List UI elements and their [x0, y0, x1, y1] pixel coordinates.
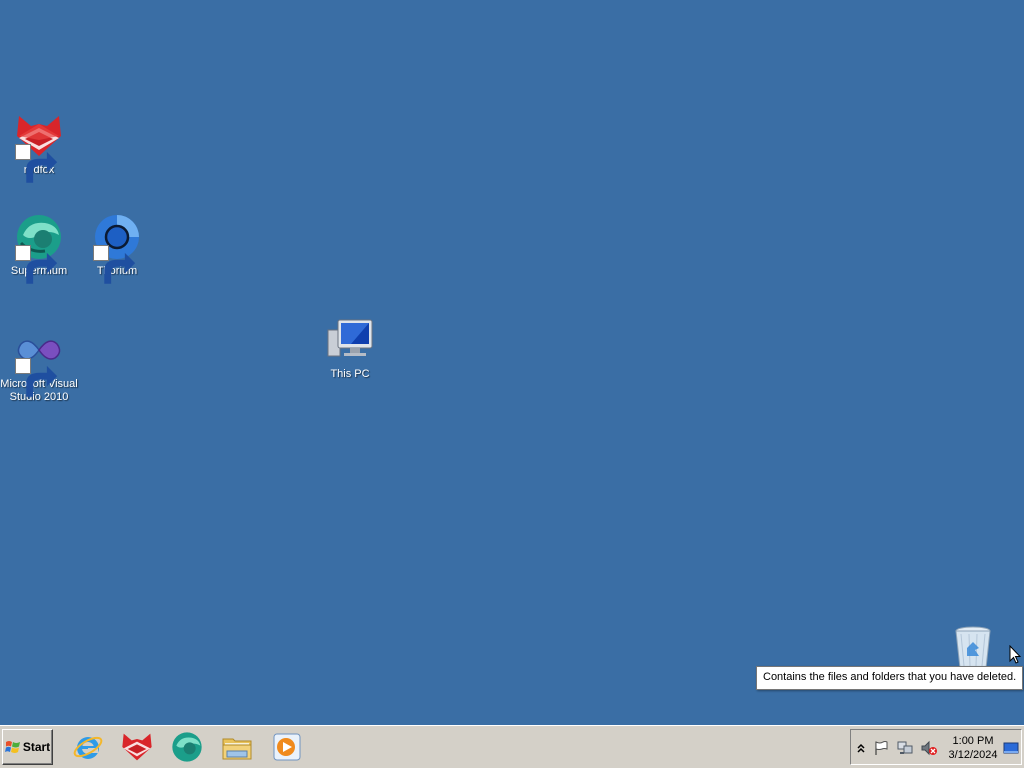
r3dfox-icon — [122, 733, 152, 761]
recycle-bin-icon — [949, 624, 997, 672]
internet-explorer-icon — [73, 736, 103, 759]
thorium-icon — [93, 213, 141, 284]
windows-logo-icon — [4, 741, 20, 753]
shortcut-arrow-icon — [15, 358, 58, 397]
desktop-icon-label: This PC — [330, 368, 370, 380]
supermium-icon — [172, 732, 202, 762]
desktop-icon-supermium[interactable]: Supermium — [0, 213, 78, 284]
desktop-icon-this-pc[interactable]: This PC — [311, 316, 389, 381]
desktop-icon-visual-studio[interactable]: Microsoft Visual Studio 2010 — [0, 326, 78, 404]
clock-date: 3/12/2024 — [948, 749, 998, 761]
network-button[interactable] — [897, 740, 913, 756]
desktop-icon-r3dfox[interactable]: r3dfox — [0, 112, 78, 183]
taskbar-internet-explorer[interactable] — [72, 731, 104, 763]
chevron-up-icon — [857, 743, 865, 753]
volume-button[interactable] — [921, 740, 937, 756]
r3dfox-icon — [15, 112, 63, 183]
action-center-button[interactable] — [873, 740, 889, 756]
mouse-cursor-icon — [1009, 645, 1021, 664]
taskbar-supermium[interactable] — [171, 731, 203, 763]
computer-icon — [326, 316, 374, 364]
shortcut-arrow-icon — [93, 245, 136, 284]
start-button[interactable]: Start — [2, 729, 53, 765]
show-desktop-button[interactable] — [1003, 740, 1019, 756]
volume-muted-icon — [921, 740, 937, 756]
shortcut-arrow-icon — [15, 245, 58, 284]
desktop[interactable]: r3dfox Supermium Thorium Microsoft Visua… — [0, 0, 1024, 725]
system-tray: 1:00 PM 3/12/2024 — [850, 729, 1022, 765]
network-icon — [897, 741, 913, 754]
taskbar: Start 1:00 PM 3/12/2024 — [0, 725, 1024, 768]
clock-time: 1:00 PM — [952, 735, 994, 747]
taskbar-windows-explorer[interactable] — [221, 731, 253, 763]
taskbar-clock[interactable]: 1:00 PM 3/12/2024 — [945, 734, 1001, 762]
supermium-icon — [15, 213, 63, 284]
visual-studio-icon — [15, 326, 63, 397]
show-desktop-icon — [1003, 742, 1019, 754]
recycle-bin-tooltip: Contains the files and folders that you … — [756, 666, 1024, 690]
media-player-icon — [273, 733, 301, 761]
taskbar-r3dfox[interactable] — [121, 731, 153, 763]
show-hidden-icons-button[interactable] — [853, 740, 869, 756]
folder-icon — [222, 738, 252, 760]
flag-icon — [875, 741, 888, 755]
start-label: Start — [22, 740, 51, 754]
desktop-icon-thorium[interactable]: Thorium — [78, 213, 156, 284]
shortcut-arrow-icon — [15, 144, 58, 183]
taskbar-media-player[interactable] — [271, 731, 303, 763]
